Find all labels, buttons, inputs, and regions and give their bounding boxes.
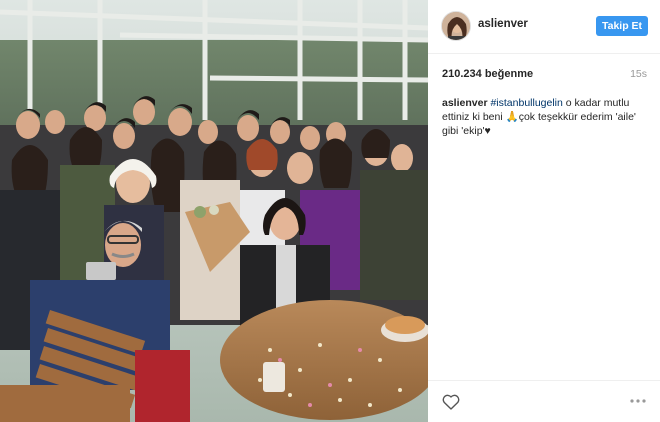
post-stats: 210.234 beğenme 15s (428, 62, 660, 86)
post-actions (428, 380, 660, 422)
caption-hashtag[interactable]: #istanbullugelin (490, 97, 562, 109)
likes-count[interactable]: 210.234 beğenme (442, 68, 533, 80)
post-caption: aslienver #istanbullugelin o kadar mutlu… (442, 96, 650, 138)
username-link[interactable]: aslienver (478, 18, 528, 30)
post-header: aslienver Takip Et (428, 0, 660, 54)
ellipsis-icon (630, 399, 646, 403)
post-photo[interactable] (0, 0, 428, 422)
follow-button[interactable]: Takip Et (596, 16, 648, 36)
more-options-icon[interactable] (628, 394, 648, 408)
caption-username[interactable]: aslienver (442, 97, 488, 109)
caption-emoji: 🙏 (505, 111, 519, 123)
heart-icon-svg (442, 394, 460, 410)
instagram-post: aslienver Takip Et 210.234 beğenme 15s a… (0, 0, 660, 422)
group-photo-image (0, 0, 428, 422)
post-timestamp[interactable]: 15s (630, 68, 647, 80)
post-sidebar: aslienver Takip Et 210.234 beğenme 15s a… (428, 0, 660, 422)
heart-icon[interactable] (442, 394, 460, 410)
avatar-image (442, 12, 470, 40)
avatar[interactable] (441, 11, 471, 41)
